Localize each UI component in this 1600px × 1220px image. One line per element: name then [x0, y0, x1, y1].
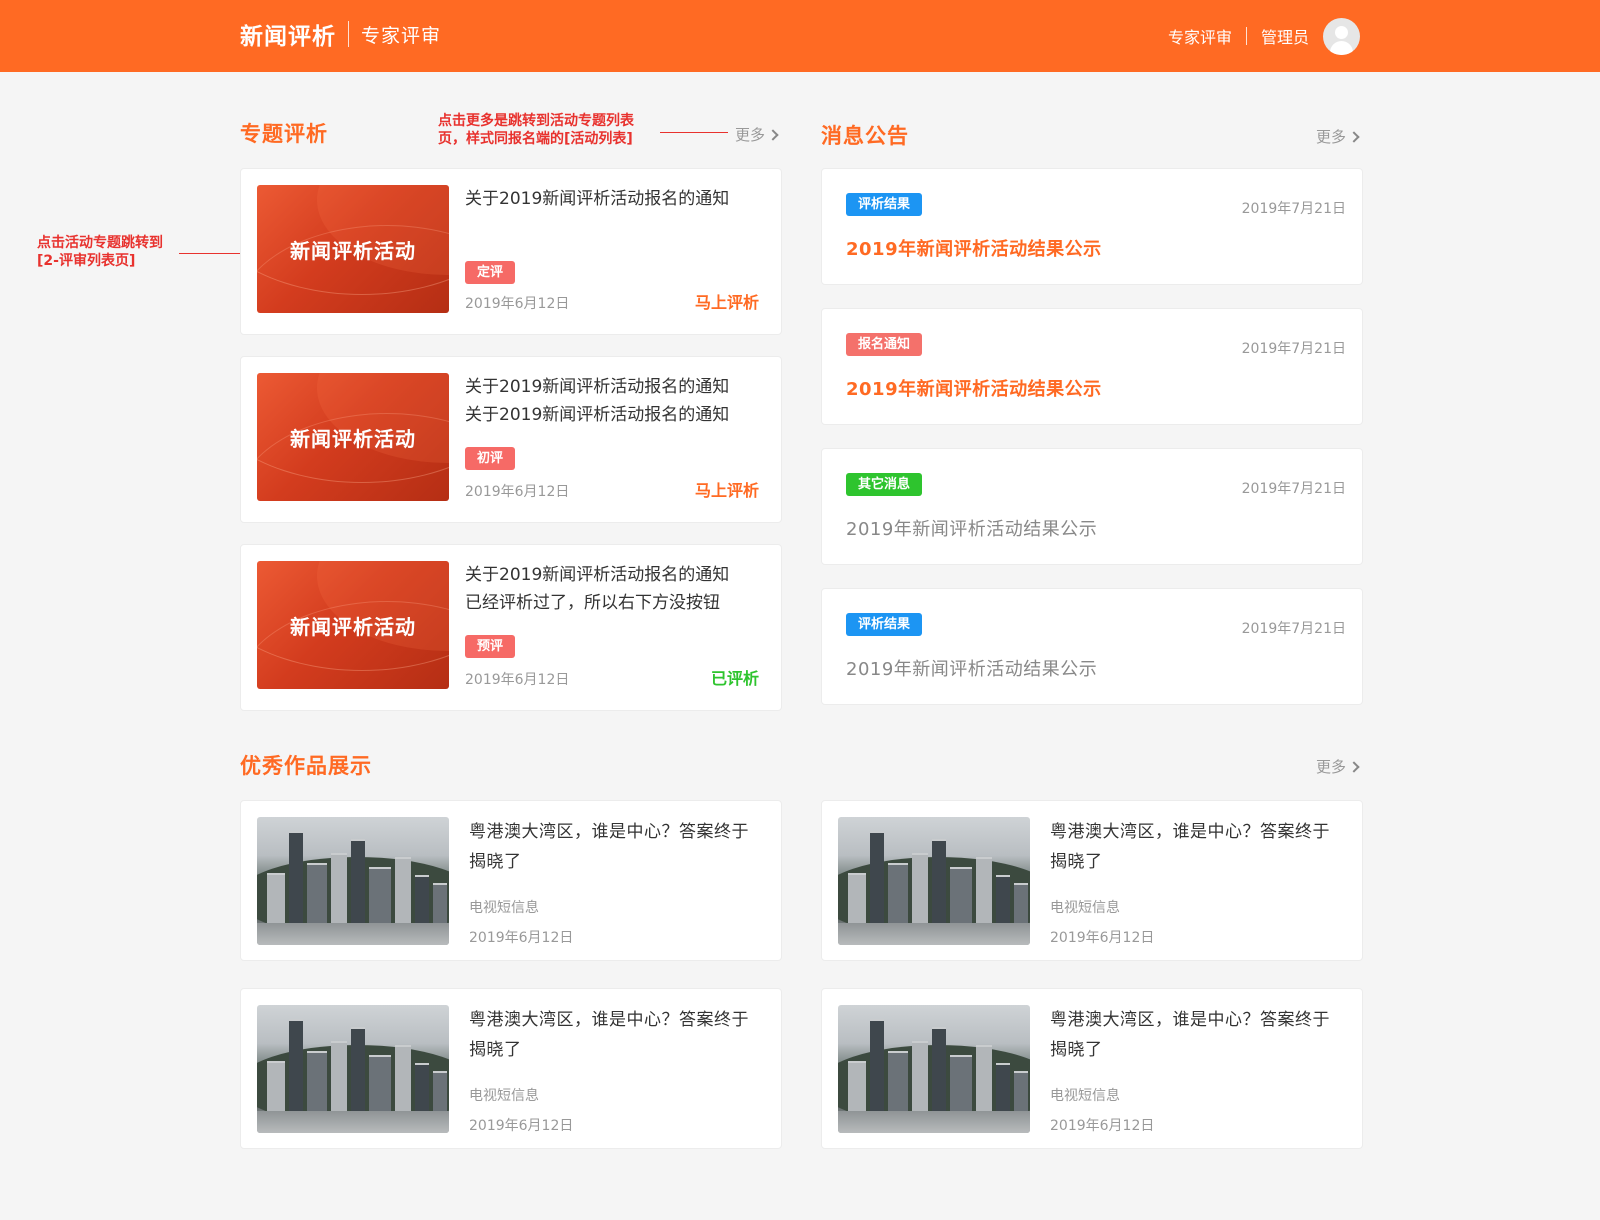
more-annotation-line — [660, 132, 728, 133]
topic-date: 2019年6月12日 — [465, 672, 570, 688]
avatar[interactable] — [1323, 17, 1360, 55]
work-source: 电视短信息 — [469, 1088, 539, 1104]
notices-more-link[interactable]: 更多 — [1316, 126, 1360, 147]
work-thumbnail — [838, 1005, 1030, 1133]
topic-banner: 新闻评析活动 — [257, 561, 449, 689]
card-annotation-line — [179, 253, 249, 254]
notice-title[interactable]: 2019年新闻评析活动结果公示 — [846, 235, 1102, 261]
work-thumbnail — [257, 817, 449, 945]
user-name[interactable]: 管理员 — [1261, 24, 1309, 48]
stage-badge: 初评 — [465, 447, 516, 470]
notice-card[interactable]: 评析结果 2019年7月21日 2019年新闻评析活动结果公示 — [821, 588, 1363, 705]
work-card[interactable]: 粤港澳大湾区，谁是中心？答案终于 揭晓了 电视短信息 2019年6月12日 — [821, 988, 1363, 1149]
nav-link-expert-review[interactable]: 专家评审 — [1168, 24, 1232, 48]
topic-banner: 新闻评析活动 — [257, 185, 449, 313]
topic-card[interactable]: 新闻评析活动 关于2019新闻评析活动报名的通知 已经评析过了，所以右下方没按钮… — [240, 544, 782, 711]
notice-category-badge: 评析结果 — [846, 613, 923, 636]
notice-category-badge: 报名通知 — [846, 333, 923, 356]
work-title: 粤港澳大湾区，谁是中心？答案终于 揭晓了 — [1050, 1010, 1330, 1060]
user-nav: 专家评审 管理员 — [1168, 16, 1360, 56]
topic-title: 关于2019新闻评析活动报名的通知 关于2019新闻评析活动报名的通知 — [465, 377, 730, 425]
work-date: 2019年6月12日 — [1050, 930, 1155, 946]
work-card[interactable]: 粤港澳大湾区，谁是中心？答案终于 揭晓了 电视短信息 2019年6月12日 — [240, 988, 782, 1149]
topic-title: 关于2019新闻评析活动报名的通知 已经评析过了，所以右下方没按钮 — [465, 565, 730, 613]
topic-banner: 新闻评析活动 — [257, 373, 449, 501]
site-subtitle: 专家评审 — [361, 24, 442, 47]
work-title: 粤港澳大湾区，谁是中心？答案终于 揭晓了 — [469, 822, 749, 872]
work-thumbnail — [838, 817, 1030, 945]
brand: 新闻评析 专家评审 — [240, 18, 441, 50]
notice-date: 2019年7月21日 — [1241, 341, 1346, 357]
notice-date: 2019年7月21日 — [1241, 621, 1346, 637]
work-source: 电视短信息 — [1050, 900, 1120, 916]
work-title: 粤港澳大湾区，谁是中心？答案终于 揭晓了 — [469, 1010, 749, 1060]
topics-more-link[interactable]: 更多 — [735, 124, 779, 145]
topic-card[interactable]: 新闻评析活动 关于2019新闻评析活动报名的通知 定评 2019年6月12日 马… — [240, 168, 782, 335]
work-source: 电视短信息 — [469, 900, 539, 916]
topic-card[interactable]: 新闻评析活动 关于2019新闻评析活动报名的通知 关于2019新闻评析活动报名的… — [240, 356, 782, 523]
reviewed-status: 已评析 — [710, 669, 759, 688]
stage-badge: 预评 — [465, 635, 516, 658]
work-source: 电视短信息 — [1050, 1088, 1120, 1104]
work-thumbnail — [257, 1005, 449, 1133]
review-now-button[interactable]: 马上评析 — [695, 289, 759, 313]
chevron-right-icon — [1348, 130, 1360, 143]
notice-title[interactable]: 2019年新闻评析活动结果公示 — [846, 375, 1102, 401]
topic-title: 关于2019新闻评析活动报名的通知 — [465, 189, 730, 209]
review-now-button[interactable]: 马上评析 — [695, 477, 759, 501]
chevron-right-icon — [1348, 760, 1360, 773]
work-title: 粤港澳大湾区，谁是中心？答案终于 揭晓了 — [1050, 822, 1330, 872]
notice-category-badge: 其它消息 — [846, 473, 923, 496]
user-icon — [1335, 25, 1348, 39]
section-title-topics: 专题评析 — [240, 122, 328, 146]
top-nav-bar: 新闻评析 专家评审 专家评审 管理员 — [0, 0, 1600, 72]
notice-category-badge: 评析结果 — [846, 193, 923, 216]
notice-title[interactable]: 2019年新闻评析活动结果公示 — [846, 655, 1097, 681]
section-title-works: 优秀作品展示 — [240, 754, 372, 778]
work-card[interactable]: 粤港澳大湾区，谁是中心？答案终于 揭晓了 电视短信息 2019年6月12日 — [821, 800, 1363, 961]
topic-date: 2019年6月12日 — [465, 484, 570, 500]
notice-date: 2019年7月21日 — [1241, 481, 1346, 497]
notice-date: 2019年7月21日 — [1241, 201, 1346, 217]
work-date: 2019年6月12日 — [1050, 1118, 1155, 1134]
notice-card[interactable]: 报名通知 2019年7月21日 2019年新闻评析活动结果公示 — [821, 308, 1363, 425]
notice-card[interactable]: 评析结果 2019年7月21日 2019年新闻评析活动结果公示 — [821, 168, 1363, 285]
brand-divider — [348, 21, 349, 47]
work-date: 2019年6月12日 — [469, 1118, 574, 1134]
section-title-notices: 消息公告 — [821, 124, 909, 148]
notice-title[interactable]: 2019年新闻评析活动结果公示 — [846, 515, 1097, 541]
nav-divider — [1245, 27, 1247, 45]
chevron-right-icon — [767, 128, 779, 141]
work-date: 2019年6月12日 — [469, 930, 574, 946]
card-annotation: 点击活动专题跳转到 [2-评审列表页] — [37, 235, 163, 269]
works-more-link[interactable]: 更多 — [1316, 756, 1360, 777]
site-title[interactable]: 新闻评析 — [240, 17, 336, 51]
more-annotation: 点击更多是跳转到活动专题列表 页，样式同报名端的[活动列表] — [438, 113, 634, 147]
work-card[interactable]: 粤港澳大湾区，谁是中心？答案终于 揭晓了 电视短信息 2019年6月12日 — [240, 800, 782, 961]
stage-badge: 定评 — [465, 261, 516, 284]
notice-card[interactable]: 其它消息 2019年7月21日 2019年新闻评析活动结果公示 — [821, 448, 1363, 565]
topic-date: 2019年6月12日 — [465, 296, 570, 312]
